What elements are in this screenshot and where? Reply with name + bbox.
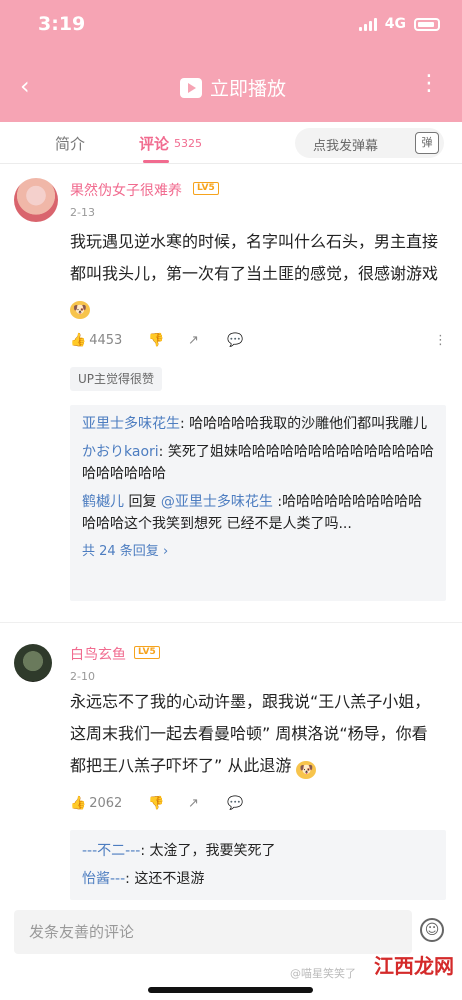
signal-icon [358, 17, 377, 31]
comment-date: 2-10 [70, 670, 95, 683]
thumbs-up-icon: 👍 [70, 333, 87, 348]
comment-input[interactable]: 发条友善的评论 [14, 910, 412, 954]
reply-text: : 这还不退游 [125, 871, 205, 887]
comment-text-content: 永远忘不了我的心动许墨，跟我说“王八羔子小姐，这周末我们一起去看曼哈顿” 周棋洛… [70, 692, 431, 775]
status-time: 3:19 [38, 13, 86, 35]
comment-more-button[interactable]: ⋮ [434, 333, 447, 348]
more-menu-button[interactable]: ⋮ [418, 73, 440, 95]
thumbs-up-icon: 👍 [70, 796, 87, 811]
comment-text-content: 我玩遇见逆水寒的时候，名字叫什么石头，男主直接都叫我头儿，第一次有了当土匪的感觉… [70, 232, 439, 283]
share-button[interactable]: ↗ [188, 333, 199, 348]
up-liked-badge: UP主觉得很赞 [70, 367, 163, 391]
reply-label: 回复 [124, 494, 161, 510]
comment-bubble-icon: 💬 [227, 333, 244, 348]
top-nav: ‹ 立即播放 ⋮ [0, 50, 462, 122]
reply-button[interactable]: 💬 [227, 333, 243, 348]
like-button[interactable]: 👍 4453 [70, 333, 122, 348]
doge-emoji-icon: 🐶 [296, 761, 317, 779]
doge-emoji-icon: 🐶 [70, 301, 90, 319]
divider [0, 622, 462, 623]
play-now-button[interactable]: 立即播放 [180, 74, 286, 101]
site-logo: 江西龙网 [374, 954, 454, 978]
username[interactable]: 果然伪女子很难养 [70, 180, 182, 200]
like-button[interactable]: 👍 2062 [70, 796, 122, 811]
play-icon [180, 77, 202, 98]
reply-item[interactable]: かおりkaori: 笑死了姐妹哈哈哈哈哈哈哈哈哈哈哈哈哈哈哈哈哈哈哈哈 [82, 441, 434, 485]
battery-icon [414, 17, 440, 31]
danmaku-toggle-icon[interactable]: 弹 [415, 132, 439, 154]
back-button[interactable]: ‹ [20, 74, 30, 98]
tab-comments[interactable]: 评论 [139, 133, 169, 154]
active-tab-underline [143, 160, 169, 163]
comment-item: 白鸟玄鱼 LV5 2-10 永远忘不了我的心动许墨，跟我说“王八羔子小姐，这周末… [0, 628, 462, 900]
reply-user[interactable]: ---不二--- [82, 843, 140, 859]
share-icon: ↗ [188, 796, 199, 811]
thumbs-down-icon: 👎 [148, 333, 165, 348]
more-replies-link[interactable]: 共 24 条回复 › [82, 541, 434, 563]
reply-item[interactable]: ---不二---: 太淦了，我要笑死了 [82, 840, 434, 862]
home-indicator[interactable] [148, 987, 313, 993]
dislike-button[interactable]: 👎 [148, 796, 164, 811]
reply-user[interactable]: 鹤樾儿 [82, 494, 124, 510]
share-button[interactable]: ↗ [188, 796, 199, 811]
network-label: 4G [384, 16, 406, 32]
watermark: @喵星笑笑了 [290, 967, 356, 980]
reply-text: : 太淦了，我要笑死了 [140, 843, 276, 859]
reply-item[interactable]: 鹤樾儿 回复 @亚里士多味花生 :哈哈哈哈哈哈哈哈哈哈哈哈哈这个我笑到想死 已经… [82, 491, 434, 535]
reply-text: : 哈哈哈哈哈我取的沙雕他们都叫我雕儿 [180, 416, 428, 432]
avatar[interactable] [14, 644, 52, 682]
danmaku-label: 点我发弹幕 [313, 139, 379, 154]
reply-target[interactable]: @亚里士多味花生 [161, 494, 273, 510]
comment-item: 果然伪女子很难养 LV5 2-13 我玩遇见逆水寒的时候，名字叫什么石头，男主直… [0, 164, 462, 615]
reply-thread[interactable]: 亚里士多味花生: 哈哈哈哈哈我取的沙雕他们都叫我雕儿 かおりkaori: 笑死了… [70, 405, 446, 601]
status-icons: 4G [358, 16, 440, 32]
reply-user[interactable]: 亚里士多味花生 [82, 416, 180, 432]
comment-text: 永远忘不了我的心动许墨，跟我说“王八羔子小姐，这周末我们一起去看曼哈顿” 周棋洛… [70, 686, 442, 782]
emoji-picker-icon[interactable]: ☺ [420, 918, 444, 942]
danmaku-input-button[interactable]: 点我发弹幕 弹 [295, 128, 444, 158]
avatar[interactable] [14, 178, 58, 222]
like-count: 4453 [89, 333, 123, 348]
level-badge: LV5 [193, 182, 219, 195]
reply-user[interactable]: 怡酱--- [82, 871, 125, 887]
comment-text: 我玩遇见逆水寒的时候，名字叫什么石头，男主直接都叫我头儿，第一次有了当土匪的感觉… [70, 226, 442, 322]
status-bar: 3:19 4G [0, 0, 462, 50]
share-icon: ↗ [188, 333, 199, 348]
play-now-label: 立即播放 [210, 78, 287, 100]
comment-bubble-icon: 💬 [227, 796, 244, 811]
dislike-button[interactable]: 👎 [148, 333, 164, 348]
level-badge: LV5 [134, 646, 160, 659]
thumbs-down-icon: 👎 [148, 796, 165, 811]
reply-thread[interactable]: ---不二---: 太淦了，我要笑死了 怡酱---: 这还不退游 [70, 830, 446, 900]
reply-item[interactable]: 亚里士多味花生: 哈哈哈哈哈我取的沙雕他们都叫我雕儿 [82, 413, 434, 435]
username[interactable]: 白鸟玄鱼 [70, 644, 126, 664]
comment-date: 2-13 [70, 206, 95, 219]
reply-button[interactable]: 💬 [227, 796, 243, 811]
reply-item[interactable]: 怡酱---: 这还不退游 [82, 868, 434, 890]
reply-user[interactable]: かおりkaori [82, 444, 159, 460]
comment-count: 5325 [174, 137, 202, 150]
tab-intro[interactable]: 简介 [55, 133, 85, 154]
like-count: 2062 [89, 796, 123, 811]
